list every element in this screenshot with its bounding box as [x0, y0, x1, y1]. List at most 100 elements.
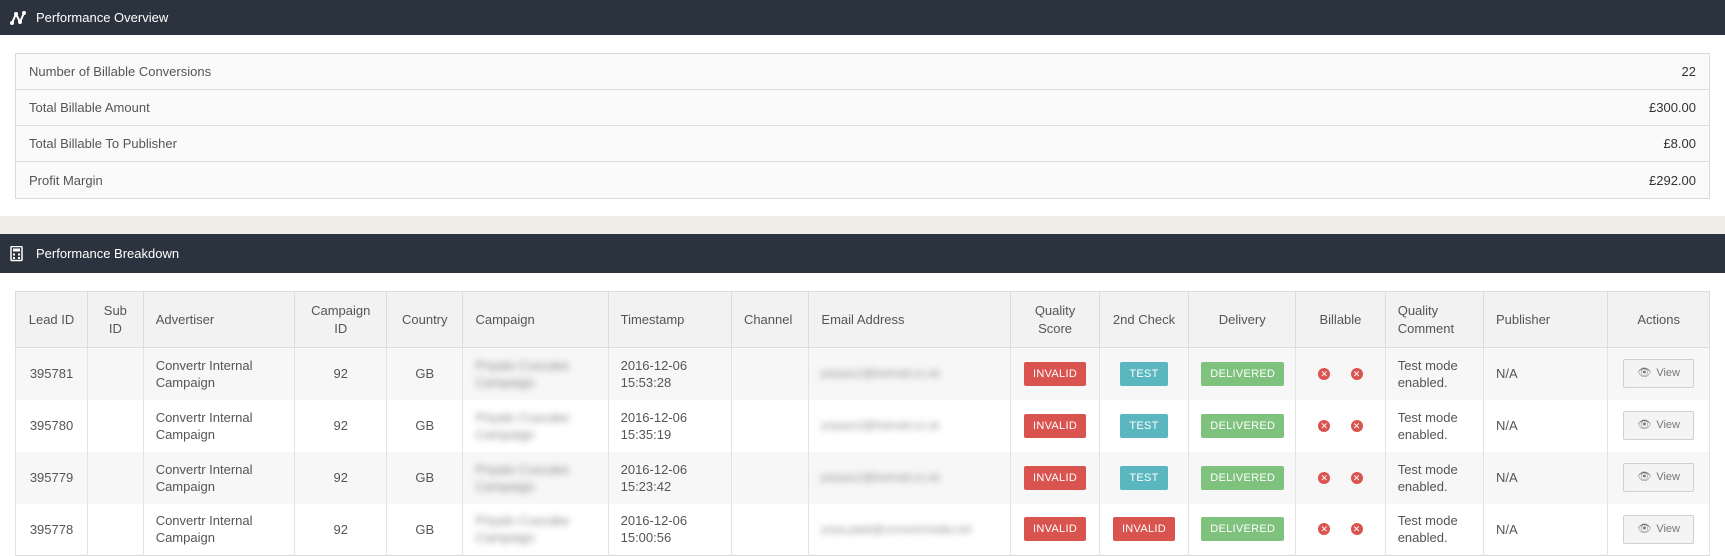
summary-row-billable-amount: Total Billable Amount £300.00	[16, 90, 1709, 126]
cell-advertiser: Convertr Internal Campaign	[142, 503, 296, 556]
cell-quality-comment: Test mode enabled.	[1384, 399, 1484, 452]
col-header-publisher[interactable]: Publisher	[1482, 291, 1609, 348]
summary-value: £300.00	[1649, 100, 1696, 115]
delivery-badge: DELIVERED	[1201, 517, 1285, 542]
cell-timestamp: 2016-12-06 15:35:19	[607, 399, 732, 452]
view-button[interactable]: 👁 View	[1623, 463, 1694, 492]
performance-breakdown-panel: Performance Breakdown Lead ID Sub ID Adv…	[0, 234, 1725, 556]
cell-lead-id: 395779	[14, 451, 89, 504]
times-circle-icon: ✕	[1350, 367, 1363, 380]
summary-value: 22	[1681, 64, 1696, 79]
times-circle-icon: ✕	[1350, 523, 1363, 536]
eye-icon: 👁	[1637, 419, 1652, 431]
table-row: 395780 Convertr Internal Campaign 92 GB …	[14, 399, 1710, 452]
cell-channel	[730, 347, 810, 400]
cell-campaign: Priyalo Cuscake Campaign	[475, 461, 570, 494]
cell-country: GB	[386, 399, 464, 452]
summary-label: Total Billable To Publisher	[29, 136, 177, 151]
col-header-lead-id[interactable]: Lead ID	[14, 291, 89, 348]
summary-row-billable-conversions: Number of Billable Conversions 22	[16, 54, 1709, 90]
cell-campaign: Priyalo Cuscake Campaign	[475, 513, 570, 546]
cell-channel	[730, 399, 810, 452]
col-header-advertiser[interactable]: Advertiser	[142, 291, 296, 348]
calculator-icon	[10, 245, 26, 262]
col-header-delivery[interactable]: Delivery	[1188, 291, 1297, 348]
cell-advertiser: Convertr Internal Campaign	[142, 347, 296, 400]
summary-label: Number of Billable Conversions	[29, 64, 212, 79]
view-button-label: View	[1656, 367, 1680, 380]
times-circle-icon: ✕	[1350, 419, 1363, 432]
summary-row-billable-to-publisher: Total Billable To Publisher £8.00	[16, 126, 1709, 162]
second-check-badge: TEST	[1120, 465, 1168, 490]
cell-advertiser: Convertr Internal Campaign	[142, 399, 296, 452]
cell-sub-id	[87, 347, 144, 400]
cell-email: priyaa12@hotmail.co.uk	[821, 472, 940, 484]
delivery-badge: DELIVERED	[1201, 361, 1285, 386]
cell-channel	[730, 451, 810, 504]
second-check-badge: TEST	[1120, 413, 1168, 438]
view-button[interactable]: 👁 View	[1623, 514, 1694, 544]
cell-timestamp: 2016-12-06 15:53:28	[607, 347, 732, 400]
col-header-channel[interactable]: Channel	[730, 291, 810, 348]
summary-label: Total Billable Amount	[29, 100, 150, 115]
eye-icon: 👁	[1637, 367, 1652, 380]
billable-cell: ✕ ✕	[1308, 419, 1373, 432]
cell-sub-id	[87, 451, 144, 504]
cell-country: GB	[386, 451, 464, 504]
view-button-label: View	[1656, 522, 1680, 535]
summary-value: £292.00	[1649, 172, 1696, 188]
cell-publisher: N/A	[1482, 399, 1609, 452]
delivery-badge: DELIVERED	[1201, 413, 1285, 438]
times-circle-icon: ✕	[1318, 471, 1331, 484]
cell-quality-comment: Test mode enabled.	[1384, 347, 1484, 400]
overview-summary-list: Number of Billable Conversions 22 Total …	[15, 53, 1710, 199]
cell-campaign-id: 92	[294, 503, 388, 556]
quality-score-badge: INVALID	[1024, 517, 1087, 542]
col-header-quality-score[interactable]: Quality Score	[1010, 291, 1100, 348]
cell-email: priyaa12@hotmail.co.uk	[821, 420, 940, 432]
cell-country: GB	[386, 503, 464, 556]
second-check-badge: TEST	[1120, 361, 1168, 386]
cell-email: priya.patel@convertrmedia.net	[821, 523, 972, 536]
view-button-label: View	[1656, 471, 1680, 483]
view-button[interactable]: 👁 View	[1623, 411, 1694, 440]
col-header-sub-id[interactable]: Sub ID	[87, 291, 144, 348]
cell-sub-id	[87, 503, 144, 556]
performance-overview-header: Performance Overview	[0, 0, 1725, 35]
delivery-badge: DELIVERED	[1201, 465, 1285, 490]
eye-icon: 👁	[1637, 522, 1652, 535]
col-header-actions: Actions	[1607, 291, 1710, 348]
col-header-quality-comment[interactable]: Quality Comment	[1384, 291, 1484, 348]
times-circle-icon: ✕	[1318, 419, 1331, 432]
quality-score-badge: INVALID	[1024, 361, 1087, 386]
cell-timestamp: 2016-12-06 15:00:56	[607, 503, 732, 556]
col-header-campaign[interactable]: Campaign	[462, 291, 609, 348]
cell-email: priyaa12@hotmail.co.uk	[821, 368, 940, 381]
col-header-country[interactable]: Country	[386, 291, 464, 348]
times-circle-icon: ✕	[1350, 471, 1363, 484]
col-header-timestamp[interactable]: Timestamp	[607, 291, 732, 348]
quality-score-badge: INVALID	[1024, 465, 1087, 490]
cell-lead-id: 395781	[14, 347, 89, 400]
cell-publisher: N/A	[1482, 451, 1609, 504]
table-row: 395779 Convertr Internal Campaign 92 GB …	[14, 451, 1710, 504]
cell-campaign-id: 92	[294, 451, 388, 504]
billable-cell: ✕ ✕	[1308, 367, 1373, 380]
table-row: 395778 Convertr Internal Campaign 92 GB …	[14, 503, 1710, 556]
cell-campaign: Priyalo Cuscake Campaign	[475, 409, 570, 442]
cell-lead-id: 395780	[14, 399, 89, 452]
second-check-badge: INVALID	[1112, 517, 1176, 542]
view-button[interactable]: 👁 View	[1623, 359, 1694, 389]
col-header-campaign-id[interactable]: Campaign ID	[294, 291, 388, 348]
cell-campaign: Priyalo Cuscake Campaign	[475, 357, 570, 390]
cell-publisher: N/A	[1482, 347, 1609, 400]
cell-quality-comment: Test mode enabled.	[1384, 451, 1484, 504]
col-header-billable[interactable]: Billable	[1295, 291, 1386, 348]
view-button-label: View	[1656, 419, 1680, 431]
billable-cell: ✕ ✕	[1308, 523, 1373, 536]
times-circle-icon: ✕	[1318, 523, 1331, 536]
col-header-email[interactable]: Email Address	[808, 291, 1012, 348]
cell-timestamp: 2016-12-06 15:23:42	[607, 451, 732, 504]
col-header-2nd-check[interactable]: 2nd Check	[1098, 291, 1190, 348]
eye-icon: 👁	[1637, 471, 1652, 483]
